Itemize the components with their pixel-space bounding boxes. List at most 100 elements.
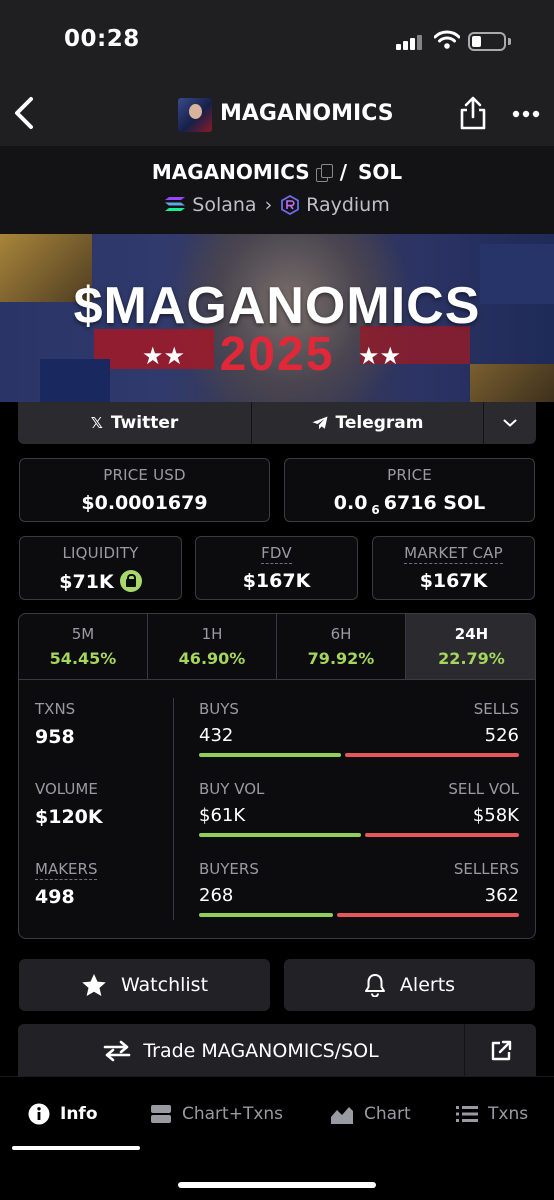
price-usd-value: $0.0001679 xyxy=(81,492,208,514)
makers-label-wrap: MAKERS xyxy=(35,860,98,880)
market-cap-label-row: MARKET CAP xyxy=(373,544,534,564)
buyers-value: 268 xyxy=(199,885,234,906)
txns-label: TXNS xyxy=(35,700,76,718)
star-icon xyxy=(82,973,106,996)
buys-bar xyxy=(199,753,341,757)
chain-dex-row: Solana › Raydium xyxy=(0,194,554,216)
cellular-signal-icon xyxy=(396,34,426,50)
tab-info[interactable]: Info xyxy=(28,1101,98,1127)
liquidity-label: LIQUIDITY xyxy=(62,544,139,562)
tab-6h-change: 79.92% xyxy=(307,649,375,668)
tab-5m-change: 54.45% xyxy=(49,649,117,668)
info-icon xyxy=(28,1103,50,1125)
sell-vol-label: SELL VOL xyxy=(448,780,519,798)
pair-separator: / xyxy=(339,160,347,184)
trade-button[interactable]: Trade MAGANOMICS/SOL xyxy=(18,1024,464,1078)
fdv-label-row: FDV xyxy=(196,544,357,564)
alerts-button[interactable]: Alerts xyxy=(284,959,535,1011)
sells-label: SELLS xyxy=(473,700,519,718)
timeframe-panel: 5M 54.45% 1H 46.90% 6H 79.92% 24H 22.79%… xyxy=(18,613,536,939)
sellers-value: 362 xyxy=(484,885,519,906)
nav-header: MAGANOMICS xyxy=(0,82,554,146)
market-cap-label[interactable]: MARKET CAP xyxy=(404,544,503,564)
tab-chart-txns[interactable]: Chart+Txns xyxy=(150,1101,283,1127)
sells-value: 526 xyxy=(484,725,519,746)
price-native-value: 0.0 6 6716 SOL xyxy=(285,492,534,517)
more-links-dropdown[interactable] xyxy=(484,402,536,444)
fdv-label[interactable]: FDV xyxy=(261,544,292,564)
price-native-card: PRICE 0.0 6 6716 SOL xyxy=(284,458,535,522)
tab-5m-label: 5M xyxy=(71,625,95,643)
tab-5m[interactable]: 5M 54.45% xyxy=(19,614,148,680)
tab-24h-label: 24H xyxy=(454,625,489,643)
fdv-value: $167K xyxy=(242,570,311,592)
battery-cap xyxy=(508,38,511,45)
buys-value: 432 xyxy=(199,725,234,746)
tab-1h-label: 1H xyxy=(201,625,223,643)
price-native-prefix: 0.0 xyxy=(333,492,368,514)
tab-chart[interactable]: Chart xyxy=(330,1101,411,1127)
tab-txns-label: Txns xyxy=(488,1104,529,1124)
liquidity-value: $71K xyxy=(59,571,114,593)
raydium-icon xyxy=(281,195,300,215)
tab-info-label: Info xyxy=(60,1104,98,1124)
tab-24h-change: 22.79% xyxy=(438,649,505,668)
sellers-label: SELLERS xyxy=(453,860,519,878)
chain-name[interactable]: Solana xyxy=(192,194,256,216)
makers-label[interactable]: MAKERS xyxy=(35,860,98,880)
volume-label: VOLUME xyxy=(35,780,98,798)
twitter-button[interactable]: 𝕏 Twitter xyxy=(18,402,251,444)
tab-24h[interactable]: 24H 22.79% xyxy=(406,614,535,680)
price-native-zero-count: 6 xyxy=(371,503,380,517)
battery-icon xyxy=(468,32,506,51)
share-icon[interactable] xyxy=(458,96,488,130)
market-cap-card: MARKET CAP $167K xyxy=(372,536,535,600)
pair-title: MAGANOMICS / SOL xyxy=(0,160,554,184)
chevron-down-icon xyxy=(503,419,517,427)
more-icon[interactable] xyxy=(512,110,540,118)
external-link-button[interactable] xyxy=(465,1024,536,1078)
wifi-icon xyxy=(434,30,460,49)
list-icon xyxy=(456,1106,478,1122)
price-usd-card: PRICE USD $0.0001679 xyxy=(19,458,270,522)
buy-vol-label: BUY VOL xyxy=(199,780,265,798)
telegram-label: Telegram xyxy=(335,413,424,433)
chart-txns-icon xyxy=(151,1105,171,1123)
sells-bar xyxy=(345,753,519,757)
quote-token: SOL xyxy=(357,160,403,184)
banner-year: 2025 xyxy=(219,328,335,381)
buys-label: BUYS xyxy=(199,700,239,718)
pair-header: MAGANOMICS / SOL Solana › Raydium xyxy=(0,146,554,234)
star-icon: ★★ xyxy=(358,342,402,370)
sellers-bar xyxy=(337,913,519,917)
telegram-icon xyxy=(312,416,328,430)
swap-arrows-icon xyxy=(104,1040,131,1062)
tab-chart-label: Chart xyxy=(364,1104,411,1124)
buyers-label: BUYERS xyxy=(199,860,259,878)
buy-vol-value: $61K xyxy=(199,805,246,826)
trade-bar: Trade MAGANOMICS/SOL xyxy=(18,1024,536,1078)
home-indicator xyxy=(178,1182,376,1188)
chart-icon xyxy=(331,1107,353,1124)
txns-value: 958 xyxy=(35,726,75,748)
tab-txns[interactable]: Txns xyxy=(456,1101,528,1127)
base-token: MAGANOMICS xyxy=(151,160,310,184)
header-title: MAGANOMICS xyxy=(220,101,394,126)
back-icon[interactable] xyxy=(12,96,38,130)
liquidity-lock-icon[interactable] xyxy=(119,570,142,592)
dex-name[interactable]: Raydium xyxy=(306,194,390,216)
copy-icon[interactable] xyxy=(315,164,333,182)
tab-1h[interactable]: 1H 46.90% xyxy=(148,614,277,680)
liquidity-value-row: $71K xyxy=(20,570,181,593)
tab-6h[interactable]: 6H 79.92% xyxy=(277,614,406,680)
sell-vol-bar xyxy=(365,833,519,837)
telegram-button[interactable]: Telegram xyxy=(252,402,483,444)
token-avatar xyxy=(178,98,212,132)
status-time: 00:28 xyxy=(64,26,140,52)
sell-vol-value: $58K xyxy=(472,805,519,826)
buyers-bar xyxy=(199,913,333,917)
price-native-label: PRICE xyxy=(387,466,432,484)
external-link-icon xyxy=(491,1040,511,1061)
watchlist-button[interactable]: Watchlist xyxy=(19,959,270,1011)
chevron-right-icon: › xyxy=(264,194,273,216)
